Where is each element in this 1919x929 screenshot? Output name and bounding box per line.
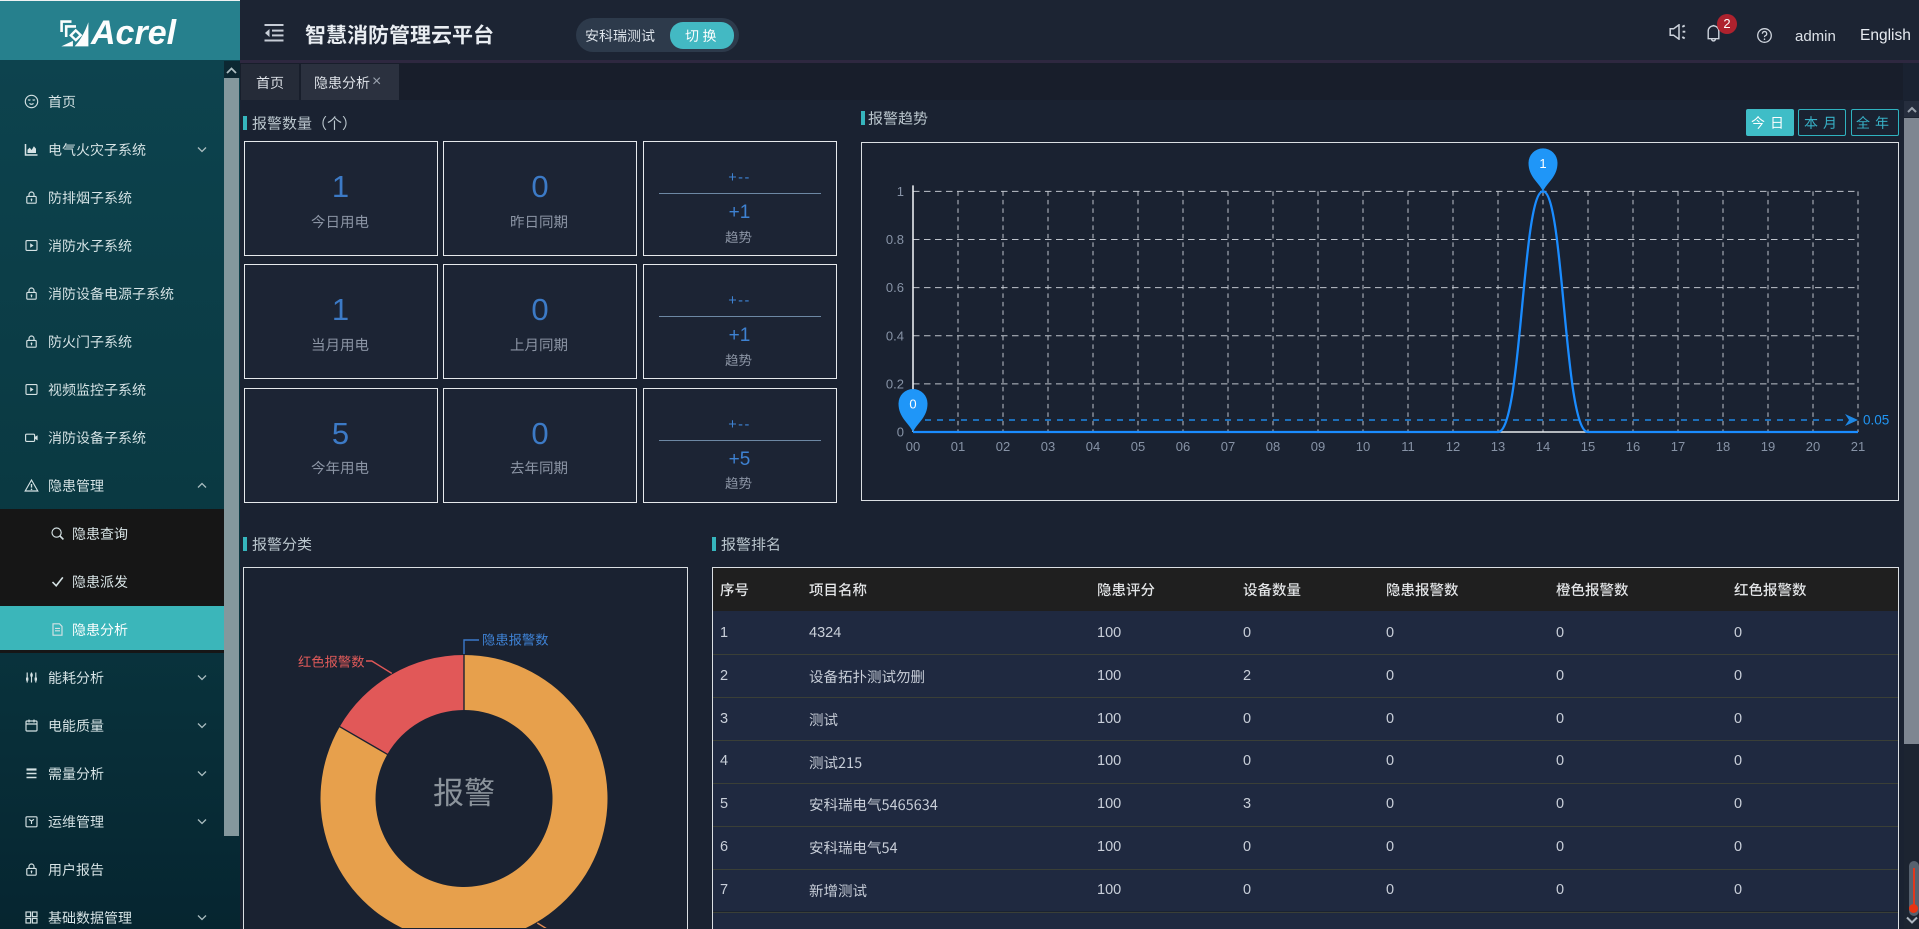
svg-text:07: 07 — [1221, 439, 1235, 454]
svg-text:08: 08 — [1266, 439, 1280, 454]
svg-text:16: 16 — [1626, 439, 1640, 454]
svg-text:17: 17 — [1671, 439, 1685, 454]
svg-text:0: 0 — [897, 425, 904, 440]
svg-text:0.05: 0.05 — [1863, 413, 1889, 428]
svg-text:0: 0 — [909, 397, 916, 412]
svg-text:10: 10 — [1356, 439, 1370, 454]
svg-text:20: 20 — [1806, 439, 1820, 454]
svg-text:11: 11 — [1401, 439, 1415, 454]
svg-text:0.2: 0.2 — [886, 376, 904, 391]
svg-text:06: 06 — [1176, 439, 1190, 454]
svg-text:0.8: 0.8 — [886, 232, 904, 247]
svg-text:18: 18 — [1716, 439, 1730, 454]
svg-text:1: 1 — [1539, 156, 1546, 171]
svg-text:05: 05 — [1131, 439, 1145, 454]
svg-text:1: 1 — [897, 184, 904, 199]
svg-text:21: 21 — [1851, 439, 1865, 454]
svg-text:03: 03 — [1041, 439, 1055, 454]
svg-text:00: 00 — [906, 439, 920, 454]
svg-text:13: 13 — [1491, 439, 1505, 454]
svg-text:04: 04 — [1086, 439, 1100, 454]
svg-text:14: 14 — [1536, 439, 1550, 454]
svg-text:15: 15 — [1581, 439, 1595, 454]
svg-text:12: 12 — [1446, 439, 1460, 454]
svg-text:01: 01 — [951, 439, 965, 454]
svg-text:09: 09 — [1311, 439, 1325, 454]
svg-text:19: 19 — [1761, 439, 1775, 454]
svg-text:02: 02 — [996, 439, 1010, 454]
svg-text:0.4: 0.4 — [886, 328, 904, 343]
svg-text:0.6: 0.6 — [886, 280, 904, 295]
